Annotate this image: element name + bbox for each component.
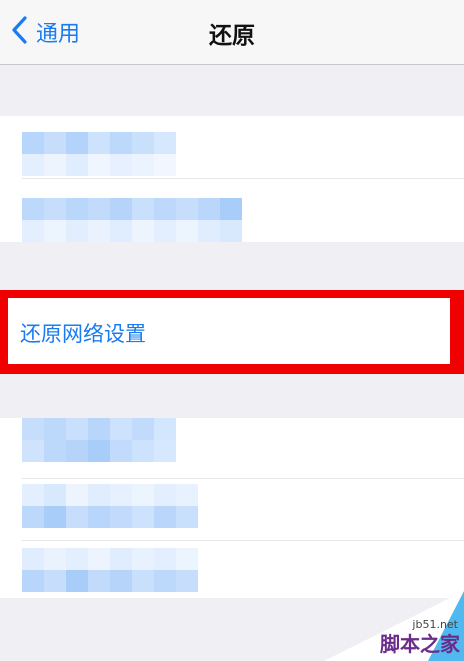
reset-network-settings-label: 还原网络设置 xyxy=(20,322,146,346)
divider xyxy=(22,178,464,179)
page-title: 还原 xyxy=(209,23,255,49)
reset-options-group-2 xyxy=(0,418,464,598)
watermark-name: 脚本之家 xyxy=(380,632,460,656)
list-item[interactable] xyxy=(22,198,242,242)
list-item[interactable] xyxy=(22,484,198,528)
divider xyxy=(22,540,464,541)
reset-options-group-1 xyxy=(0,116,464,242)
list-item[interactable] xyxy=(22,418,176,462)
reset-network-settings-row[interactable]: 还原网络设置 xyxy=(0,290,464,374)
divider xyxy=(22,478,464,479)
list-item[interactable] xyxy=(22,132,176,176)
navigation-bar: 通用 还原 xyxy=(0,0,464,65)
list-item[interactable] xyxy=(22,548,198,592)
site-watermark: jb51.net 脚本之家 xyxy=(324,591,464,661)
